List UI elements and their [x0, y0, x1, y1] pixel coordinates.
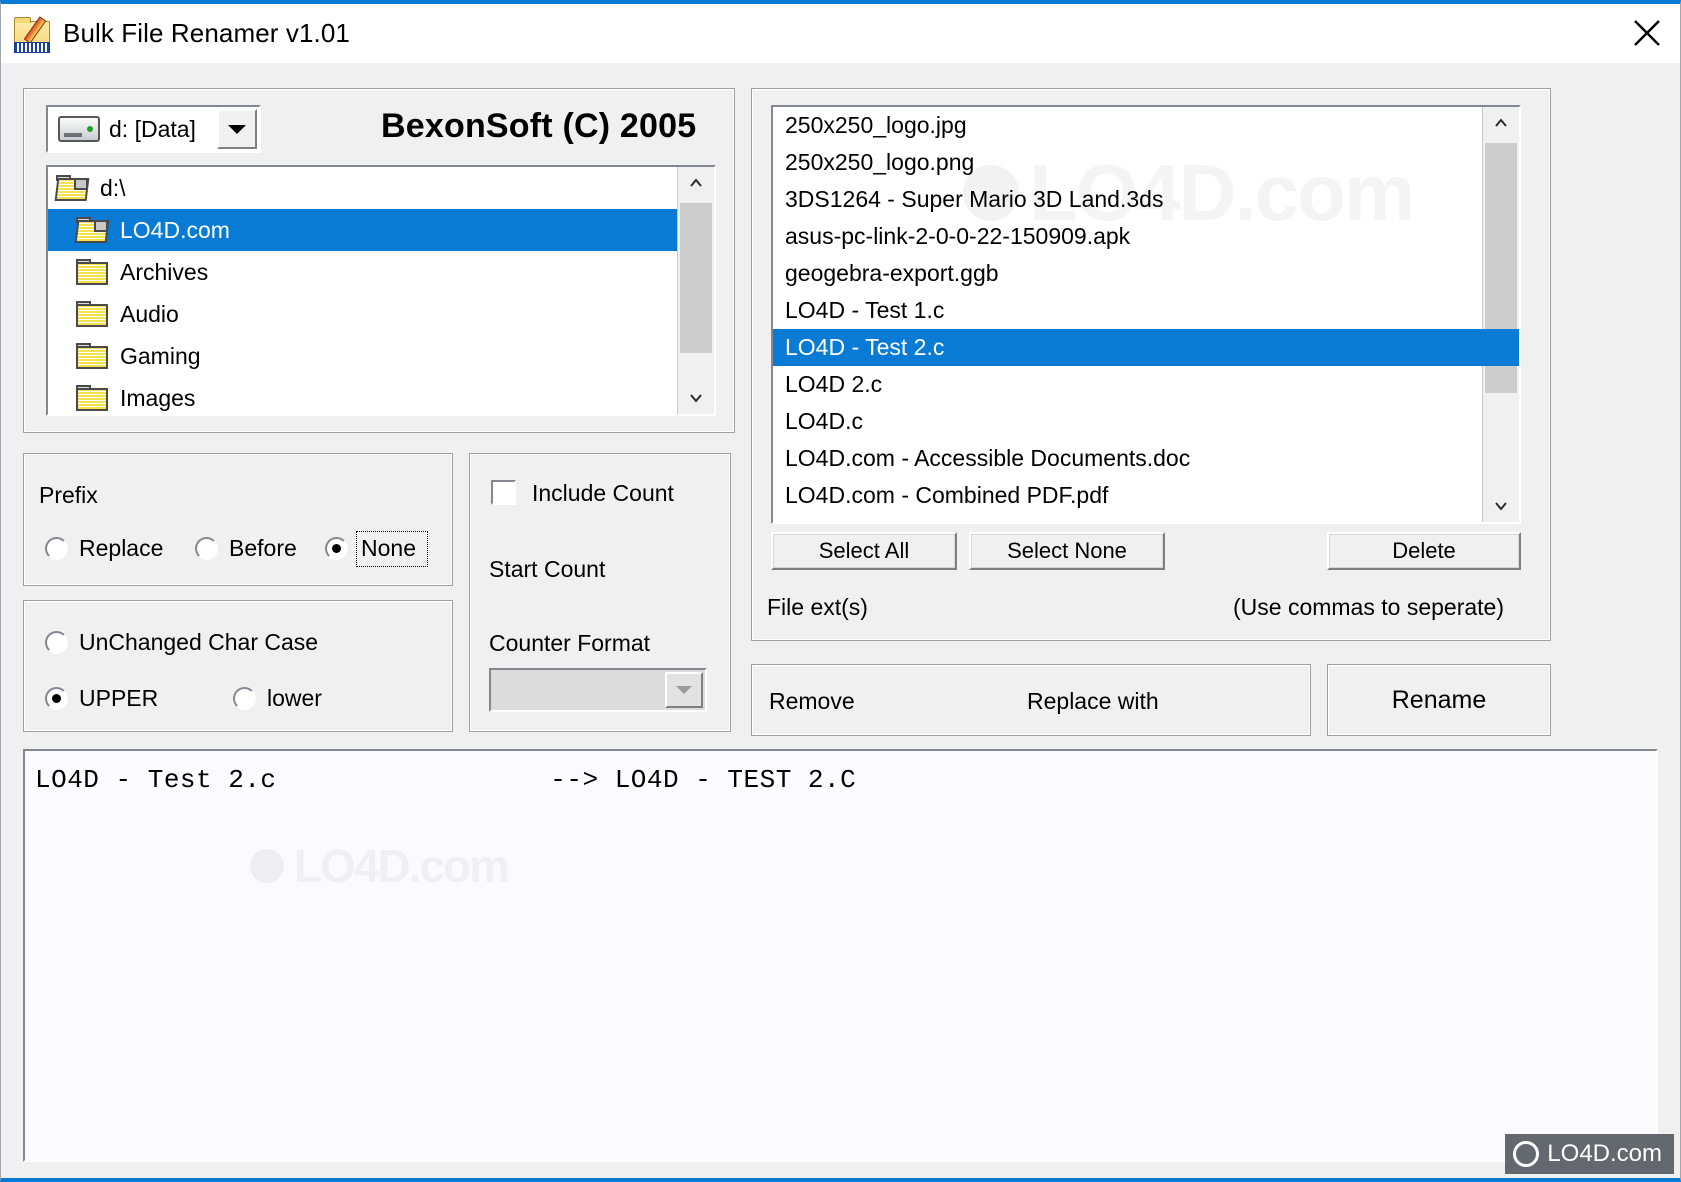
select-all-button[interactable]: Select All [771, 532, 957, 570]
radio-none-label: None [361, 535, 416, 561]
rename-button[interactable]: Rename [1333, 670, 1545, 730]
list-item[interactable]: asus-pc-link-2-0-0-22-150909.apk [773, 218, 1519, 255]
tree-item[interactable]: Gaming [48, 335, 714, 377]
log-output[interactable]: LO4D.com LO4D - Test 2.c --> LO4D - TEST… [23, 749, 1658, 1162]
refresh-icon [1513, 1141, 1540, 1167]
folder-open-icon [74, 217, 110, 243]
radio-replace-label: Replace [79, 535, 164, 561]
list-item[interactable]: 3DS1264 - Super Mario 3D Land.3ds [773, 181, 1519, 218]
file-name: LO4D - Test 1.c [785, 297, 945, 323]
tree-item[interactable]: d:\ [48, 167, 714, 209]
radio-none[interactable] [325, 537, 348, 560]
radio-before[interactable] [195, 537, 218, 560]
radio-replace[interactable] [45, 537, 68, 560]
folder-tree-rows: d:\ LO4D.com Archives Audio Gaming Image… [48, 167, 714, 414]
chevron-down-icon[interactable] [217, 109, 257, 149]
radio-lower[interactable] [233, 687, 256, 710]
file-name: LO4D - Test 2.c [785, 334, 945, 360]
drive-select-value: d: [Data] [109, 115, 196, 142]
counter-format-select[interactable] [489, 668, 707, 712]
list-item[interactable]: LO4D.com - Accessible Documents.doc [773, 440, 1519, 477]
close-icon[interactable] [1614, 4, 1680, 62]
folder-open-icon [54, 175, 90, 201]
file-list[interactable]: LO4D.com 250x250_logo.jpg 250x250_logo.p… [771, 105, 1521, 524]
folder-tree[interactable]: d:\ LO4D.com Archives Audio Gaming Image… [46, 165, 716, 416]
folder-icon [76, 259, 110, 285]
remove-label: Remove [769, 688, 855, 714]
select-none-button[interactable]: Select None [969, 532, 1165, 570]
file-name: LO4D.com - Combined PDF.pdf [785, 482, 1109, 508]
tree-item-label: Images [120, 384, 196, 411]
file-name: LO4D.c [785, 408, 863, 434]
include-count-label: Include Count [532, 480, 674, 506]
drive-select[interactable]: d: [Data] [46, 105, 261, 153]
list-item[interactable]: 250x250_logo.png [773, 144, 1519, 181]
list-item[interactable]: LO4D - Test 1.c [773, 292, 1519, 329]
tree-item[interactable]: Archives [48, 251, 714, 293]
log-line: LO4D - Test 2.c --> LO4D - TEST 2.C [35, 765, 857, 795]
chevron-down-icon[interactable] [665, 672, 703, 708]
char-case-group [23, 600, 453, 732]
list-item[interactable]: LO4D.c [773, 403, 1519, 440]
include-count-checkbox[interactable] [491, 480, 516, 505]
file-name: geogebra-export.ggb [785, 260, 999, 286]
radio-unchanged-case[interactable] [45, 631, 68, 654]
drive-icon [58, 116, 100, 142]
watermark: LO4D.com [250, 839, 510, 893]
radio-before-label: Before [229, 535, 297, 561]
title-bar: Bulk File Renamer v1.01 [1, 4, 1680, 63]
badge-label: LO4D.com [1547, 1140, 1662, 1167]
folder-tree-scrollbar[interactable] [677, 167, 714, 414]
app-window: Bulk File Renamer v1.01 LO4D.com d: [Dat… [0, 0, 1681, 1182]
folder-icon [76, 301, 110, 327]
tree-item-selected[interactable]: LO4D.com [48, 209, 714, 251]
file-name: 250x250_logo.png [785, 149, 975, 175]
tree-item-label: Audio [120, 300, 179, 327]
tree-item-label: d:\ [100, 174, 126, 201]
file-name: 3DS1264 - Super Mario 3D Land.3ds [785, 186, 1164, 212]
file-ext-hint: (Use commas to seperate) [1233, 594, 1504, 620]
file-name: LO4D.com - Accessible Documents.doc [785, 445, 1191, 471]
replace-with-label: Replace with [1027, 688, 1159, 714]
tree-item-label: Gaming [120, 342, 201, 369]
delete-button[interactable]: Delete [1327, 532, 1521, 570]
folder-icon [76, 385, 110, 411]
list-item[interactable]: geogebra-export.ggb [773, 255, 1519, 292]
radio-lower-label: lower [267, 685, 322, 711]
radio-unchanged-case-label: UnChanged Char Case [79, 629, 319, 655]
lo4d-badge: LO4D.com [1505, 1134, 1674, 1174]
scroll-down-icon[interactable] [678, 380, 714, 414]
window-title: Bulk File Renamer v1.01 [63, 18, 350, 48]
list-item[interactable]: LO4D.com - Combined PDF.pdf [773, 477, 1519, 514]
tree-item-label: LO4D.com [120, 216, 230, 243]
folder-pencil-icon [13, 15, 51, 53]
scroll-up-icon[interactable] [678, 167, 714, 201]
file-name: 250x250_logo.jpg [785, 112, 967, 138]
list-item[interactable]: 250x250_logo.jpg [773, 107, 1519, 144]
list-item[interactable]: LO4D 2.c [773, 366, 1519, 403]
tree-item[interactable]: Audio [48, 293, 714, 335]
counter-format-label: Counter Format [489, 630, 651, 656]
radio-upper[interactable] [45, 687, 68, 710]
prefix-label: Prefix [39, 482, 98, 508]
file-name: LO4D 2.c [785, 371, 883, 397]
brand-label: BexonSoft (C) 2005 [381, 107, 697, 145]
start-count-label: Start Count [489, 556, 606, 582]
list-item-selected[interactable]: LO4D - Test 2.c [773, 329, 1519, 366]
tree-item[interactable]: Images [48, 377, 714, 414]
file-name: asus-pc-link-2-0-0-22-150909.apk [785, 223, 1131, 249]
file-ext-label: File ext(s) [767, 594, 868, 620]
tree-item-label: Archives [120, 258, 209, 285]
radio-upper-label: UPPER [79, 685, 159, 711]
scrollbar-thumb[interactable] [680, 203, 712, 353]
folder-icon [76, 343, 110, 369]
